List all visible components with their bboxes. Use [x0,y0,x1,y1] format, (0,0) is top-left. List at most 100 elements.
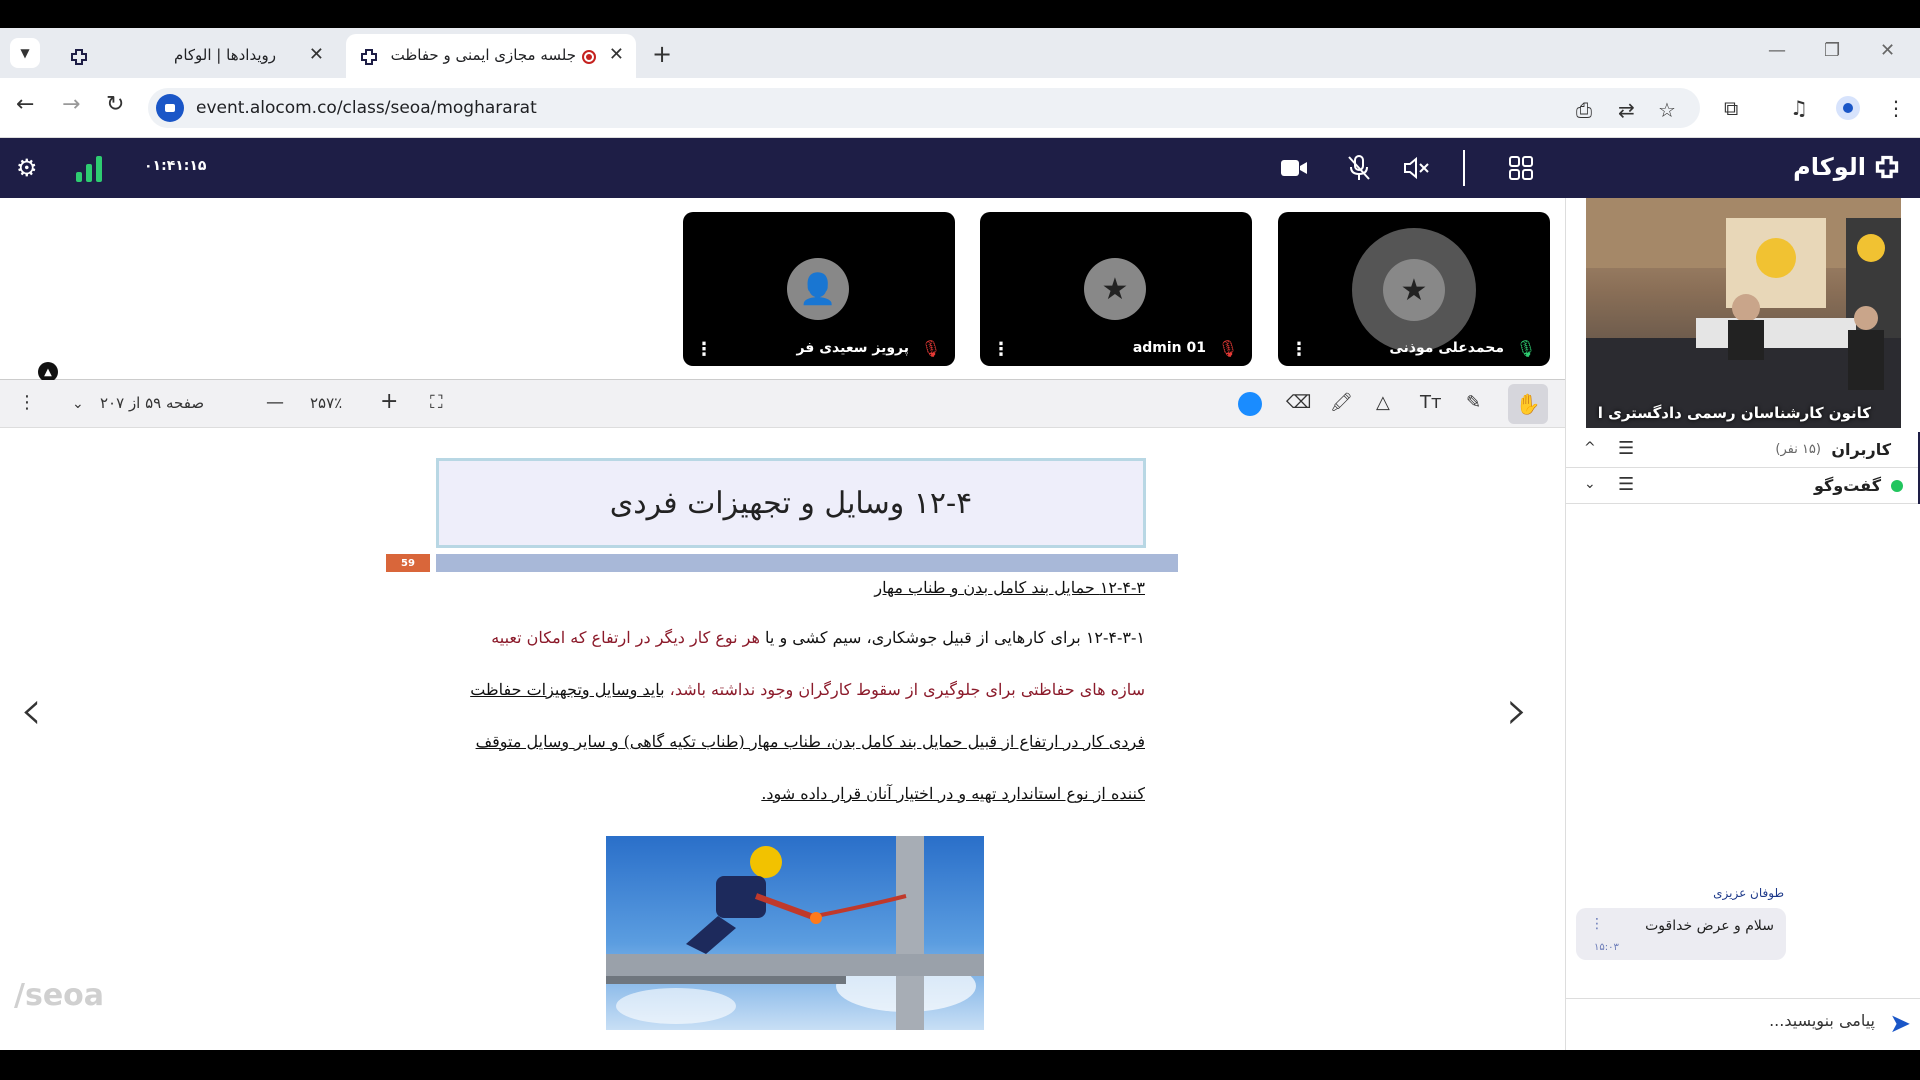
fullscreen-icon[interactable]: ⛶ [430,392,443,413]
microphone-muted-icon[interactable] [1346,154,1372,182]
presenter-camera-feed[interactable]: ⋮ کانون کارشناسان رسمی دادگستری ا [1586,198,1901,428]
photo-illustration [606,836,984,1030]
header-divider [1463,150,1465,186]
media-control-icon[interactable]: ♫ [1790,96,1808,120]
window-close-icon[interactable]: ✕ [1880,40,1895,61]
extensions-icon[interactable]: ⧉ [1724,96,1738,120]
browser-menu-icon[interactable]: ⋮ [1886,96,1906,120]
filter-settings-icon[interactable]: ☰ [1618,438,1634,459]
collapse-strip-icon[interactable]: ▲ [38,362,58,382]
more-options-icon[interactable]: ⋮ [1586,397,1592,418]
reload-icon[interactable]: ↻ [106,92,124,117]
mic-muted-icon: 🎙 [1217,339,1238,358]
online-status-dot [1891,480,1903,492]
send-arrow-icon[interactable]: ➤ [1889,1009,1911,1039]
user-avatar-icon: 👤 [787,258,849,320]
more-options-icon[interactable]: ⋮ [695,339,713,360]
url-text: event.alocom.co/class/seoa/moghararаt [196,98,537,118]
tab-title: رویدادها | الوکام [174,46,276,64]
alocom-favicon-icon [71,49,87,65]
more-options-icon[interactable]: ⋮ [18,392,36,413]
camera-scene [1586,198,1901,428]
document-paragraph-line: ۱۲-۴-۳-۱ برای کارهایی از قبیل جوشکاری، س… [491,628,1145,647]
users-count: (۱۵ نفر) [1775,442,1821,457]
participant-tile-speaking[interactable]: ★ 🎙 محمدعلی موذنی ⋮ [1278,212,1550,366]
shapes-icon[interactable]: △ [1376,392,1390,413]
chat-panel-header[interactable]: گفت‌وگو ☰ ⌄ [1566,468,1920,504]
bookmark-star-icon[interactable]: ☆ [1658,98,1676,122]
chat-composer: ➤ [1566,998,1920,1050]
zoom-in-icon[interactable]: + [380,389,398,414]
users-panel-header[interactable]: کاربران (۱۵ نفر) ☰ ^ [1566,432,1920,468]
document-section-title: ۱۲-۴ وسایل و تجهیزات فردی [436,458,1146,548]
tab-title: جلسه مجازی ایمنی و حفاظت [390,46,576,64]
main-area: 👤 🎙 پرویز سعیدی فر ⋮ ★ 🎙 admin 01 ⋮ ★ 🎙 … [0,198,1565,1050]
new-tab-button[interactable]: + [652,40,672,68]
chat-message-text: سلام و عرض خداقوت [1645,918,1774,934]
session-timer: ۰۱:۴۱:۱۵ [144,158,207,174]
close-icon[interactable]: ✕ [609,44,624,65]
mic-muted-icon: 🎙 [920,339,941,358]
next-page-arrow-icon[interactable]: › [1506,678,1528,743]
chat-sender-name: طوفان عزیزی [1713,886,1784,900]
star-badge-avatar-icon: ★ [1352,228,1476,352]
camera-icon[interactable] [1280,156,1308,180]
participant-name: admin 01 [1132,340,1206,356]
forward-icon[interactable]: → [62,92,80,117]
document-subheading: ۱۲-۴-۳ حمایل بند کامل بدن و طناب مهار [874,578,1145,597]
participant-name: محمدعلی موذنی [1389,340,1504,356]
filter-settings-icon[interactable]: ☰ [1618,474,1634,495]
watermark-text: /seoa [14,978,105,1013]
close-icon[interactable]: ✕ [309,44,324,65]
chat-message[interactable]: ⋮ سلام و عرض خداقوت ۱۵:۰۳ [1576,908,1786,960]
more-options-icon[interactable]: ⋮ [992,339,1010,360]
participant-tile[interactable]: 👤 🎙 پرویز سعیدی فر ⋮ [683,212,955,366]
star-badge-avatar-icon: ★ [1084,258,1146,320]
hand-pan-tool-icon[interactable]: ✋ [1508,384,1548,424]
alocom-logo: الوکام [1793,152,1902,182]
alocom-favicon-icon [361,49,377,65]
pencil-icon[interactable]: ✎ [1466,392,1481,413]
title-underline-strip [436,554,1178,572]
settings-gear-icon[interactable]: ⚙ [16,154,38,182]
restore-icon[interactable]: ❐ [1824,40,1840,61]
document-paragraph-line: کننده از نوع استاندارد تهیه و در اختیار … [761,784,1145,803]
address-bar[interactable]: event.alocom.co/class/seoa/moghararаt ⎙ … [148,88,1700,128]
chevron-down-icon[interactable]: ⌄ [1584,476,1596,492]
previous-page-arrow-icon[interactable]: ‹ [20,678,42,743]
back-icon[interactable]: ← [16,92,34,117]
document-viewer: ‹ › ۱۲-۴ وسایل و تجهیزات فردی 59 ۱۲-۴-۳ … [0,428,1565,1050]
translate-icon[interactable]: ⇄ [1618,98,1635,122]
screen-top-bar [0,0,1920,28]
text-tool-icon[interactable]: Tт [1420,392,1441,413]
chevron-up-icon[interactable]: ^ [1584,440,1596,456]
color-picker[interactable] [1238,392,1262,416]
more-options-icon[interactable]: ⋮ [1290,339,1308,360]
tab-search-button[interactable]: ▼ [10,38,40,68]
browser-toolbar: ← → ↻ event.alocom.co/class/seoa/moghara… [0,78,1920,138]
browser-tabstrip: ▼ رویدادها | الوکام ✕ جلسه مجازی ایمنی و… [0,28,1920,78]
speaker-muted-icon[interactable] [1402,156,1430,180]
participant-video-strip: 👤 🎙 پرویز سعیدی فر ⋮ ★ 🎙 admin 01 ⋮ ★ 🎙 … [0,198,1565,382]
highlighter-icon[interactable]: 🖍 [1330,392,1353,413]
page-indicator[interactable]: صفحه ۵۹ از ۲۰۷ [100,394,204,412]
eraser-icon[interactable]: ⌫ [1286,392,1311,413]
worker-safety-harness-photo [606,836,984,1030]
tab-meeting[interactable]: جلسه مجازی ایمنی و حفاظت ✕ [346,34,636,78]
logo-text: الوکام [1793,153,1866,181]
chevron-down-icon[interactable]: ⌄ [72,396,84,412]
grid-layout-icon[interactable] [1508,155,1534,181]
install-app-icon[interactable]: ⎙ [1576,98,1592,122]
document-toolbar: ⋮ ⌄ صفحه ۵۹ از ۲۰۷ — ۲۵۷٪ + ⛶ ⌫ 🖍 △ Tт ✎… [0,380,1565,428]
participant-tile[interactable]: ★ 🎙 admin 01 ⋮ [980,212,1252,366]
profile-avatar-icon[interactable] [1836,96,1860,120]
tab-events[interactable]: رویدادها | الوکام ✕ [56,34,336,78]
chat-message-time: ۱۵:۰۳ [1594,942,1619,953]
minimize-icon[interactable]: — [1768,40,1786,61]
document-paragraph-line: سازه های حفاظتی برای جلوگیری از سقوط کار… [470,680,1145,699]
zoom-out-icon[interactable]: — [266,392,284,413]
recording-icon [582,50,596,64]
site-info-icon[interactable] [156,94,184,122]
chat-message-input[interactable] [1595,1011,1875,1030]
more-options-icon[interactable]: ⋮ [1590,916,1604,932]
